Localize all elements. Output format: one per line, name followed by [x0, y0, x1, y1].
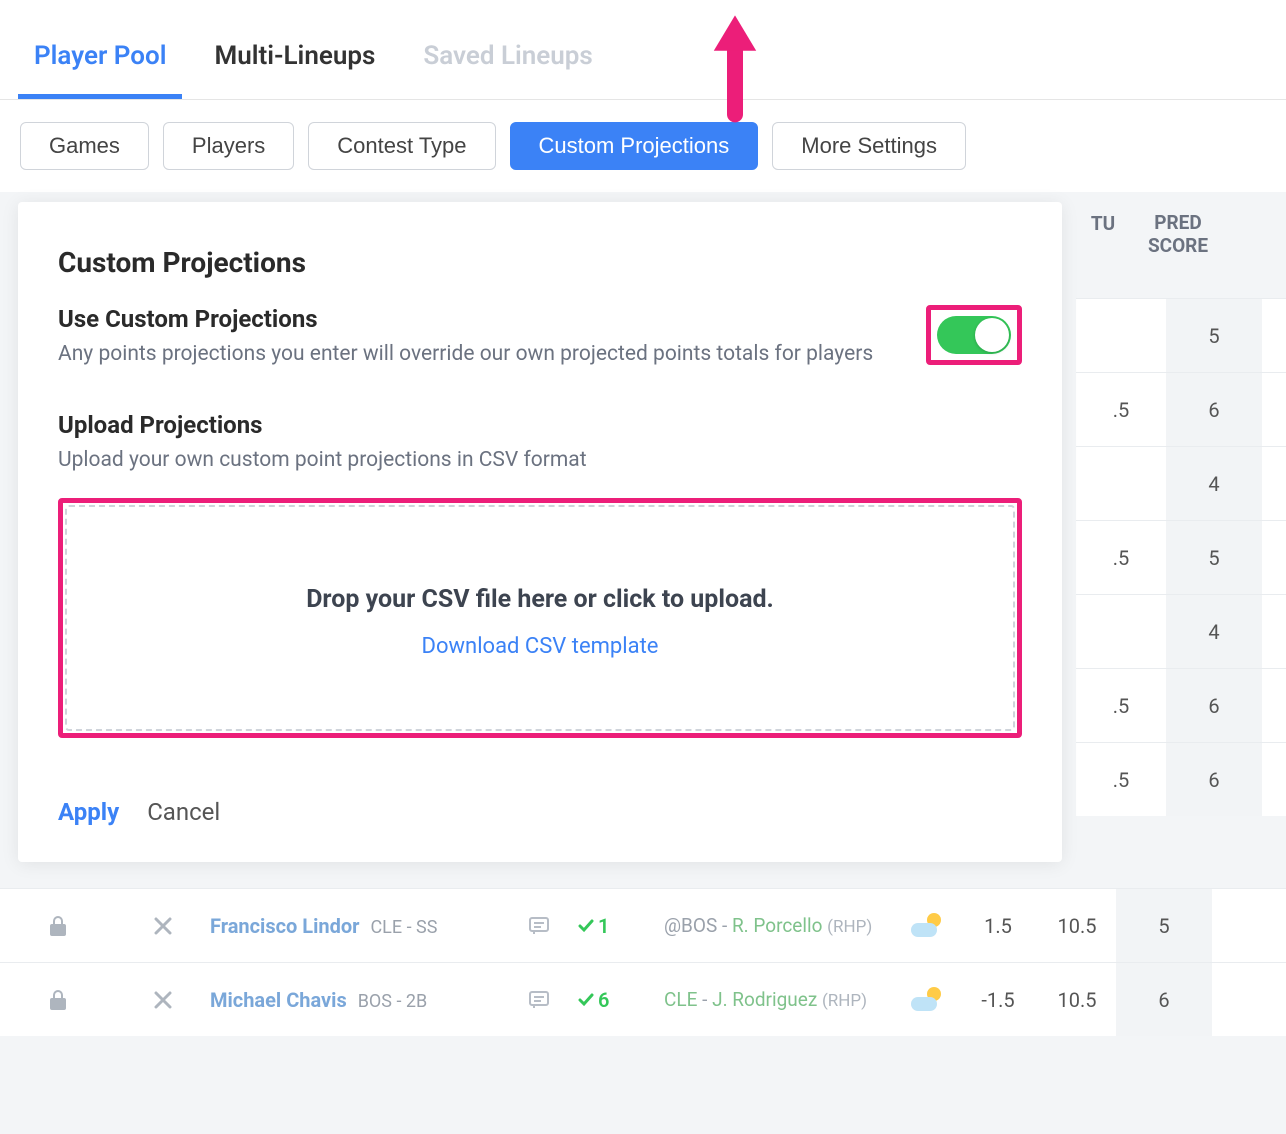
- stat-cell: 10.5: [1038, 914, 1116, 938]
- weather-icon: [896, 989, 958, 1011]
- panel-title: Custom Projections: [58, 246, 1022, 279]
- player-name-cell[interactable]: Michael Chavis BOS - 2B: [210, 988, 500, 1012]
- player-name-cell[interactable]: Francisco Lindor CLE - SS: [210, 914, 500, 938]
- table-row: .56: [1076, 742, 1286, 816]
- pred-score-cell: 6: [1116, 963, 1212, 1036]
- table-row: 5: [1076, 298, 1286, 372]
- table-row: 4: [1076, 594, 1286, 668]
- use-custom-projections-section: Use Custom Projections Any points projec…: [58, 305, 873, 371]
- chat-icon[interactable]: [500, 989, 578, 1011]
- pitcher-link[interactable]: J. Rodriguez: [712, 988, 817, 1011]
- toggle-highlight-annotation: [926, 305, 1022, 365]
- panel-actions: Apply Cancel: [58, 798, 1022, 826]
- remove-icon[interactable]: [116, 991, 210, 1009]
- confirm-badge: 6: [578, 988, 664, 1012]
- more-settings-button[interactable]: More Settings: [772, 122, 966, 170]
- remove-icon[interactable]: [116, 917, 210, 935]
- opponent-cell: CLE - J. Rodriguez (RHP): [664, 988, 896, 1011]
- use-custom-toggle[interactable]: [937, 316, 1011, 354]
- csv-dropzone[interactable]: Drop your CSV file here or click to uplo…: [65, 505, 1015, 731]
- pitcher-link[interactable]: R. Porcello: [732, 914, 823, 937]
- table-row[interactable]: Francisco Lindor CLE - SS 1 @BOS - R. Po…: [0, 888, 1286, 962]
- check-icon: [578, 992, 594, 1008]
- player-name-link[interactable]: Francisco Lindor: [210, 914, 360, 938]
- dropzone-highlight-annotation: Drop your CSV file here or click to uplo…: [58, 498, 1022, 738]
- pred-score-cell: 5: [1116, 889, 1212, 962]
- custom-projections-panel: Custom Projections Use Custom Projection…: [18, 202, 1062, 862]
- confirm-badge: 1: [578, 914, 664, 938]
- tab-multi-lineups[interactable]: Multi-Lineups: [190, 27, 399, 99]
- table-row: .56: [1076, 668, 1286, 742]
- player-meta: CLE - SS: [370, 917, 437, 938]
- header-pred-score: PRED SCORE: [1130, 192, 1226, 308]
- header-tu: TU: [1076, 192, 1130, 308]
- apply-button[interactable]: Apply: [58, 798, 119, 826]
- lock-icon[interactable]: [0, 915, 116, 937]
- table-row: 4: [1076, 446, 1286, 520]
- custom-projections-button[interactable]: Custom Projections: [510, 122, 759, 170]
- check-icon: [578, 918, 594, 934]
- table-rows-bottom: Francisco Lindor CLE - SS 1 @BOS - R. Po…: [0, 888, 1286, 1036]
- contest-type-button[interactable]: Contest Type: [308, 122, 495, 170]
- stat-cell: 10.5: [1038, 988, 1116, 1012]
- player-name-link[interactable]: Michael Chavis: [210, 988, 347, 1012]
- main-tabs: Player Pool Multi-Lineups Saved Lineups: [0, 0, 1286, 100]
- player-meta: BOS - 2B: [358, 991, 428, 1012]
- upload-description: Upload your own custom point projections…: [58, 445, 1022, 477]
- upload-heading: Upload Projections: [58, 411, 1022, 439]
- chat-icon[interactable]: [500, 915, 578, 937]
- players-button[interactable]: Players: [163, 122, 294, 170]
- opponent-cell: @BOS - R. Porcello (RHP): [664, 914, 896, 937]
- stat-cell: -1.5: [958, 988, 1038, 1012]
- table-row[interactable]: Michael Chavis BOS - 2B 6 CLE - J. Rodri…: [0, 962, 1286, 1036]
- upload-projections-section: Upload Projections Upload your own custo…: [58, 411, 1022, 739]
- dropzone-text: Drop your CSV file here or click to uplo…: [87, 585, 993, 614]
- download-csv-template-link[interactable]: Download CSV template: [87, 634, 993, 659]
- weather-icon: [896, 915, 958, 937]
- cancel-button[interactable]: Cancel: [147, 798, 220, 826]
- use-custom-heading: Use Custom Projections: [58, 305, 873, 333]
- filter-buttons-row: Games Players Contest Type Custom Projec…: [0, 100, 1286, 193]
- games-button[interactable]: Games: [20, 122, 149, 170]
- lock-icon[interactable]: [0, 989, 116, 1011]
- table-rows-right-partial: 5 .56 4 .55 4 .56 .56: [1076, 298, 1286, 816]
- stat-cell: 1.5: [958, 914, 1038, 938]
- tab-saved-lineups: Saved Lineups: [399, 27, 616, 99]
- table-row: .55: [1076, 520, 1286, 594]
- tab-player-pool[interactable]: Player Pool: [10, 27, 190, 99]
- use-custom-description: Any points projections you enter will ov…: [58, 339, 873, 371]
- table-row: .56: [1076, 372, 1286, 446]
